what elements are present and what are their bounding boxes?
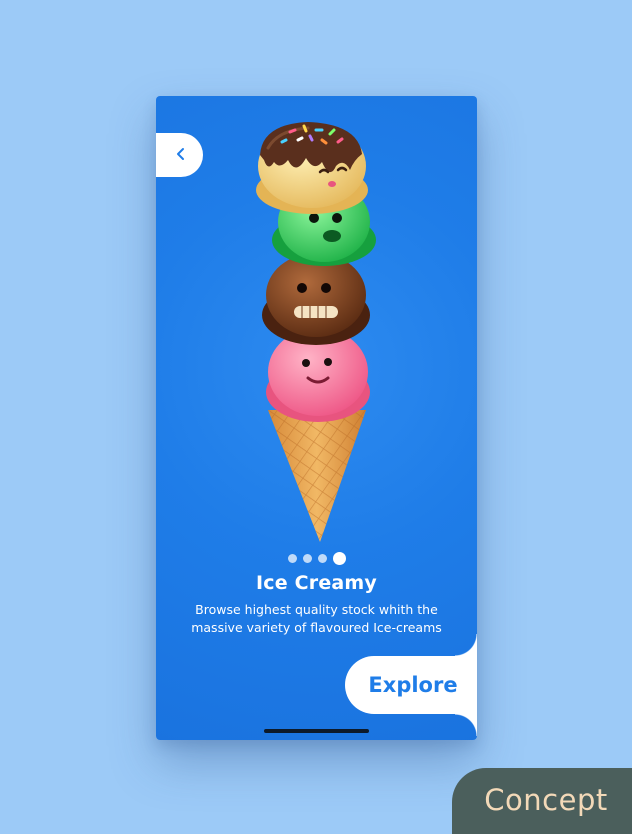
chevron-left-icon [172,146,188,165]
explore-label: Explore [368,673,458,697]
page-dot-3[interactable] [317,554,327,563]
explore-button[interactable]: Explore [345,656,477,714]
page-indicator [156,552,477,565]
concept-label: Concept [484,783,608,817]
home-indicator[interactable] [264,729,369,733]
page-dot-2[interactable] [302,554,312,563]
page-dot-4-active[interactable] [332,552,346,565]
back-button[interactable] [156,133,203,177]
page-dot-1[interactable] [287,554,297,563]
screen-description: Browse highest quality stock whith the m… [191,602,442,635]
ice-cream-cone-icon [256,122,376,542]
screen-title: Ice Creamy [255,572,378,594]
explore-curve-bottom [455,714,477,736]
concept-badge: Concept [452,768,632,834]
explore-curve-top [455,634,477,656]
canvas: Ice Creamy Browse highest quality stock … [0,0,632,834]
phone-screen: Ice Creamy Browse highest quality stock … [156,96,477,740]
